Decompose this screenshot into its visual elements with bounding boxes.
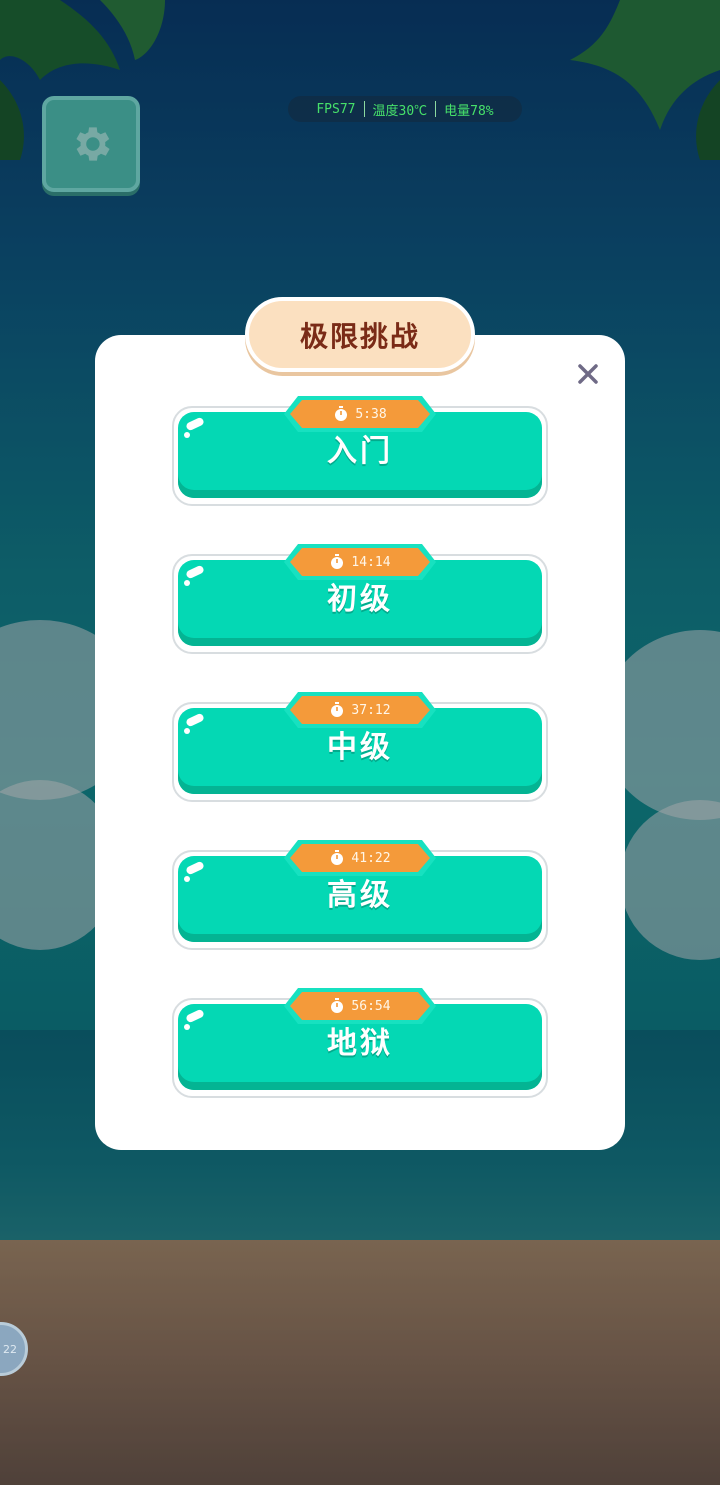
level-label: 高级 bbox=[327, 878, 393, 913]
best-time-badge: 41:22 bbox=[284, 840, 436, 876]
settings-button[interactable] bbox=[42, 96, 140, 192]
level-label: 地狱 bbox=[327, 1026, 393, 1061]
dialog-title: 极限挑战 bbox=[245, 297, 475, 372]
temperature-readout: 温度30℃ bbox=[372, 103, 428, 119]
stopwatch-icon bbox=[331, 998, 344, 1013]
level-label: 中级 bbox=[327, 730, 393, 765]
stopwatch-icon bbox=[331, 702, 344, 717]
fps-readout: FPS77 bbox=[316, 101, 356, 117]
close-icon bbox=[578, 364, 598, 384]
best-time-badge: 5:38 bbox=[284, 396, 436, 432]
best-time-badge: 14:14 bbox=[284, 544, 436, 580]
hud-divider bbox=[363, 101, 365, 117]
best-time: 41:22 bbox=[351, 850, 391, 866]
performance-hud: FPS77 温度30℃ 电量78% bbox=[288, 96, 522, 122]
close-button[interactable] bbox=[570, 356, 606, 392]
stopwatch-icon bbox=[331, 554, 344, 569]
level-button-hell[interactable]: 地狱 56:54 bbox=[172, 988, 548, 1098]
best-time-badge: 56:54 bbox=[284, 988, 436, 1024]
level-button-beginner[interactable]: 入门 5:38 bbox=[172, 396, 548, 506]
best-time: 56:54 bbox=[351, 998, 391, 1014]
stopwatch-icon bbox=[335, 406, 348, 421]
best-time: 14:14 bbox=[351, 554, 391, 570]
dialog-title-text: 极限挑战 bbox=[299, 319, 420, 353]
level-button-elementary[interactable]: 初级 14:14 bbox=[172, 544, 548, 654]
hud-divider bbox=[435, 101, 437, 117]
battery-readout: 电量78% bbox=[444, 103, 494, 119]
stopwatch-icon bbox=[331, 850, 344, 865]
gear-icon bbox=[76, 127, 110, 161]
level-button-advanced[interactable]: 高级 41:22 bbox=[172, 840, 548, 950]
bubble-text: 22 bbox=[3, 1342, 17, 1356]
level-button-intermediate[interactable]: 中级 37:12 bbox=[172, 692, 548, 802]
best-time: 5:38 bbox=[355, 406, 387, 422]
best-time: 37:12 bbox=[351, 702, 391, 718]
best-time-badge: 37:12 bbox=[284, 692, 436, 728]
level-label: 初级 bbox=[327, 582, 393, 617]
level-label: 入门 bbox=[327, 434, 393, 469]
